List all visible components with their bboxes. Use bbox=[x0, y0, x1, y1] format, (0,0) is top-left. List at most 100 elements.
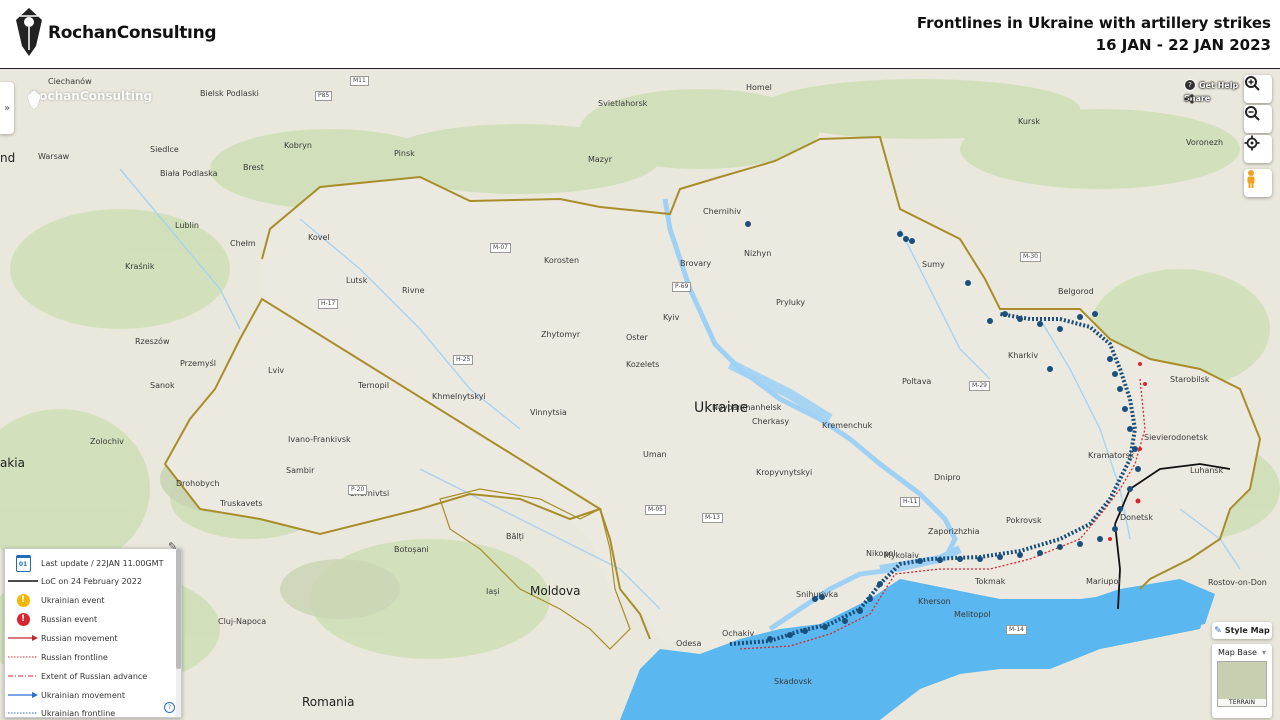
city-label: Nizhyn bbox=[744, 249, 772, 258]
city-label: Kharkiv bbox=[1008, 351, 1039, 360]
zoom-in-button[interactable] bbox=[1244, 75, 1272, 103]
city-label: Cherkasy bbox=[752, 417, 790, 426]
city-label: Cluj-Napoca bbox=[218, 617, 267, 626]
city-label: Pryluky bbox=[776, 298, 806, 307]
road-marker: M-05 bbox=[645, 505, 666, 515]
city-label: Mariupol bbox=[1086, 577, 1121, 586]
legend-item-loc: LoC on 24 February 2022 bbox=[5, 572, 181, 590]
street-view-button[interactable] bbox=[1244, 169, 1272, 197]
road-marker: H-11 bbox=[900, 497, 921, 507]
city-label: Odesa bbox=[676, 639, 702, 648]
city-label: Chełm bbox=[230, 239, 256, 248]
locate-button[interactable] bbox=[1244, 135, 1272, 163]
legend-item-ukrainian-frontline: Ukrainian frontline bbox=[5, 704, 181, 717]
city-label: Donetsk bbox=[1120, 513, 1153, 522]
sidebar-toggle-button[interactable]: » bbox=[0, 82, 14, 134]
red-dash-dot-line-icon bbox=[8, 675, 38, 677]
help-icon: ? bbox=[1184, 79, 1196, 91]
title-date-range: 16 JAN - 22 JAN 2023 bbox=[1095, 36, 1271, 54]
red-dotted-line-icon bbox=[8, 656, 38, 658]
pen-nib-icon bbox=[16, 8, 42, 56]
city-label: Kremenchuk bbox=[822, 421, 873, 430]
road-marker: M-07 bbox=[490, 243, 511, 253]
title-main: Frontlines in Ukraine with artillery str… bbox=[916, 14, 1271, 32]
style-map-button[interactable]: ✎ Style Map bbox=[1212, 622, 1272, 639]
city-label: Lutsk bbox=[346, 276, 368, 285]
city-label: Poltava bbox=[902, 377, 932, 386]
road-marker: M-29 bbox=[969, 381, 990, 391]
city-label: Dnipro bbox=[934, 473, 961, 482]
city-label: Voronezh bbox=[1186, 138, 1224, 147]
city-label: Mazyr bbox=[588, 155, 613, 164]
city-label: Pokrovsk bbox=[1006, 516, 1042, 525]
country-label-poland: nd bbox=[0, 151, 16, 165]
watermark-pen-icon bbox=[26, 89, 42, 111]
get-help-link[interactable]: ? Get Help bbox=[1184, 79, 1238, 91]
zoom-out-button[interactable] bbox=[1244, 105, 1272, 133]
city-label: Luhansk bbox=[1190, 466, 1224, 475]
legend-edit-icon[interactable]: ✎ bbox=[168, 540, 182, 554]
city-label: Ivano-Frankivsk bbox=[288, 435, 351, 444]
city-label: Sanok bbox=[150, 381, 175, 390]
city-label: Belgorod bbox=[1058, 287, 1094, 296]
city-label: Snihurivka bbox=[796, 590, 839, 599]
red-arrow-icon bbox=[8, 635, 38, 641]
map-canvas[interactable]: RochanConsulting Ukraine Moldova Romania… bbox=[0, 69, 1280, 720]
share-link[interactable]: Share bbox=[1184, 94, 1210, 104]
legend-scrollbar-thumb[interactable] bbox=[176, 549, 181, 669]
blue-dotted-line-icon bbox=[8, 712, 38, 714]
city-label: Rivne bbox=[402, 286, 425, 295]
legend-item-extent-russian-advance: Extent of Russian advance bbox=[5, 667, 181, 685]
city-label: Sumy bbox=[922, 260, 945, 269]
blue-arrow-icon bbox=[8, 692, 38, 698]
legend-scrollbar[interactable] bbox=[176, 549, 181, 717]
city-label: Ochakiv bbox=[722, 629, 755, 638]
page-title: Frontlines in Ukraine with artillery str… bbox=[917, 12, 1271, 56]
city-label: Kraśnik bbox=[125, 262, 155, 271]
road-marker: P85 bbox=[315, 91, 333, 101]
road-marker: M-13 bbox=[702, 513, 723, 523]
city-label: Siedlce bbox=[150, 145, 179, 154]
city-label: Sievierodonetsk bbox=[1144, 433, 1209, 442]
header: RochanConsultıng Frontlines in Ukraine w… bbox=[0, 0, 1280, 69]
city-label: Przemyśl bbox=[180, 359, 217, 368]
city-label: Nikopol bbox=[866, 549, 896, 558]
city-label: Brest bbox=[243, 163, 264, 172]
city-label: Svietlahorsk bbox=[598, 99, 648, 108]
road-marker: M11 bbox=[350, 76, 369, 86]
city-label: Bălți bbox=[506, 532, 524, 541]
palette-icon: ✎ bbox=[1214, 625, 1222, 636]
zoom-out-icon bbox=[1245, 106, 1260, 121]
legend-item-russian-movement: Russian movement bbox=[5, 629, 181, 647]
city-label: Zolochiv bbox=[90, 437, 124, 446]
city-label: Kozelets bbox=[626, 360, 660, 369]
city-label: Ternopil bbox=[358, 381, 390, 390]
zoom-in-icon bbox=[1245, 76, 1260, 91]
map-base-label: Map Base ▾ bbox=[1218, 648, 1266, 657]
city-label: Sambir bbox=[286, 466, 315, 475]
legend-help-icon[interactable]: ? bbox=[164, 702, 175, 713]
city-label: Kobryn bbox=[284, 141, 312, 150]
map-base-selector[interactable]: Map Base ▾ TERRAIN bbox=[1212, 644, 1272, 718]
city-label: Biała Podlaska bbox=[160, 169, 218, 178]
city-label: Drohobych bbox=[176, 479, 220, 488]
city-label: Starobilsk bbox=[1170, 375, 1210, 384]
city-label: Rzeszów bbox=[135, 337, 170, 346]
terrain-thumbnail[interactable]: TERRAIN bbox=[1217, 661, 1267, 707]
road-marker: M-14 bbox=[1006, 625, 1027, 635]
country-label-slovakia: akia bbox=[0, 456, 25, 470]
double-chevron-right-icon: » bbox=[3, 102, 11, 114]
road-marker: M-30 bbox=[1020, 252, 1041, 262]
road-marker: H-25 bbox=[453, 355, 474, 365]
city-label: Chernihiv bbox=[703, 207, 742, 216]
brand-logo[interactable]: RochanConsultıng bbox=[14, 6, 217, 60]
legend-item-ukrainian-movement: Ukrainian movement bbox=[5, 686, 181, 704]
city-label: Novoarkhanhelsk bbox=[712, 403, 782, 412]
black-line-icon bbox=[8, 580, 38, 582]
city-label: Botoșani bbox=[394, 545, 429, 554]
crosshair-icon bbox=[1244, 135, 1260, 151]
share-icon bbox=[1184, 94, 1194, 104]
city-label: Melitopol bbox=[954, 610, 991, 619]
road-marker: H-17 bbox=[318, 299, 339, 309]
city-label: Lviv bbox=[268, 366, 285, 375]
